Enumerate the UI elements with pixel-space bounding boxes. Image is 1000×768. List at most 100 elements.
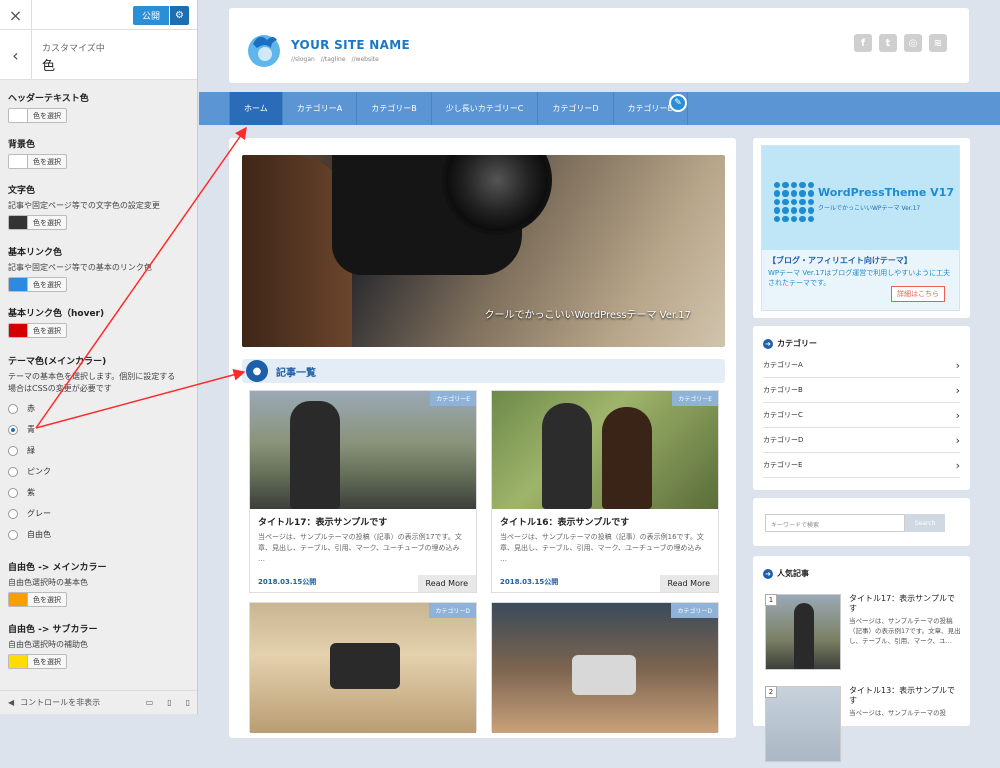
category-list: カテゴリーA › カテゴリーB › カテゴリーC › カテゴリーD › カテゴリーE ›	[753, 353, 970, 478]
color-swatch[interactable]	[8, 654, 28, 669]
section-heading: ● 記事一覧	[242, 359, 725, 383]
nav-item[interactable]: 少し長いカテゴリーC	[432, 92, 539, 125]
radio-button[interactable]	[8, 445, 18, 456]
section-heading-text: 記事一覧	[276, 367, 316, 379]
color-picker[interactable]: 色を選択	[8, 108, 89, 123]
color-picker[interactable]: 色を選択	[8, 277, 152, 292]
color-picker[interactable]: 色を選択	[8, 654, 98, 669]
category-tag[interactable]: カテゴリーD	[671, 603, 718, 618]
gear-icon[interactable]: ⚙	[170, 6, 189, 25]
rank-badge: 1	[765, 594, 777, 606]
control-theme-color: テーマ色(メインカラー) テーマの基本色を選択します。個別に設定する 場合はCS…	[8, 354, 175, 545]
photo-figure	[542, 403, 592, 509]
select-color-button[interactable]: 色を選択	[28, 592, 67, 607]
select-color-button[interactable]: 色を選択	[28, 108, 67, 123]
publish-button[interactable]: 公開	[132, 6, 169, 25]
site-logo-icon[interactable]	[245, 30, 283, 68]
color-swatch[interactable]	[8, 277, 28, 292]
article-card[interactable]: カテゴリーD	[491, 602, 719, 733]
article-card[interactable]: カテゴリーE タイトル16：表示サンプルです 当ページは、サンプルテーマの投稿（…	[491, 390, 719, 593]
sidebar-banner-widget: WordPressTheme V17 クールでかっこいいWPテーマ Ver.17…	[753, 138, 970, 318]
instagram-icon[interactable]: ◎	[904, 34, 922, 52]
rss-icon[interactable]: ≋	[929, 34, 947, 52]
color-picker[interactable]: 色を選択	[8, 592, 107, 607]
category-item[interactable]: カテゴリーE ›	[763, 453, 960, 478]
article-card[interactable]: カテゴリーE タイトル17：表示サンプルです 当ページは、サンプルテーマの投稿（…	[249, 390, 477, 593]
read-more-button[interactable]: Read More	[417, 575, 476, 592]
category-tag[interactable]: カテゴリーE	[672, 391, 718, 406]
nav-item[interactable]: カテゴリーA	[283, 92, 358, 125]
radio-button[interactable]	[8, 487, 18, 498]
theme-color-option[interactable]: 自由色	[8, 524, 175, 545]
radio-label: 紫	[27, 488, 35, 497]
radio-label: 緑	[27, 446, 35, 455]
select-color-button[interactable]: 色を選択	[28, 654, 67, 669]
control-label: ヘッダーテキスト色	[8, 94, 89, 104]
desktop-preview-icon[interactable]: ▭	[146, 698, 154, 707]
site-tagline: //slogan //tagline //website	[291, 56, 379, 63]
radio-button[interactable]	[8, 508, 18, 519]
article-title[interactable]: タイトル17：表示サンプルです	[250, 509, 476, 532]
nav-item[interactable]: ホーム	[229, 92, 283, 125]
nav-item[interactable]: カテゴリーD	[538, 92, 614, 125]
category-tag[interactable]: カテゴリーD	[429, 603, 476, 618]
twitter-icon[interactable]: t	[879, 34, 897, 52]
popular-title[interactable]: タイトル13：表示サンプルです	[849, 686, 959, 706]
edit-shortcut-pencil-icon[interactable]: ✎	[669, 94, 687, 112]
popular-item[interactable]: 1 タイトル17：表示サンプルです 当ページは、サンプルテーマの投稿（記事）の表…	[765, 594, 961, 676]
theme-banner[interactable]: WordPressTheme V17 クールでかっこいいWPテーマ Ver.17…	[761, 145, 960, 311]
popular-title[interactable]: タイトル17：表示サンプルです	[849, 594, 959, 614]
tablet-preview-icon[interactable]: ▯	[167, 698, 171, 707]
mobile-preview-icon[interactable]: ▯	[186, 698, 190, 707]
category-label: カテゴリーE	[763, 461, 803, 469]
color-swatch[interactable]	[8, 323, 28, 338]
category-item[interactable]: カテゴリーC ›	[763, 403, 960, 428]
theme-color-option[interactable]: 赤	[8, 398, 175, 419]
select-color-button[interactable]: 色を選択	[28, 154, 67, 169]
control-description: テーマの基本色を選択します。個別に設定する	[8, 372, 176, 381]
hide-controls-label[interactable]: コントロールを非表示	[20, 697, 100, 708]
category-item[interactable]: カテゴリーA ›	[763, 353, 960, 378]
article-title[interactable]: タイトル16：表示サンプルです	[492, 509, 718, 532]
collapse-icon[interactable]: ◀	[8, 698, 14, 707]
hero-image[interactable]: クールでかっこいいWordPressテーマ Ver.17	[242, 155, 725, 347]
close-icon[interactable]: ×	[0, 0, 32, 30]
select-color-button[interactable]: 色を選択	[28, 323, 67, 338]
radio-button[interactable]	[8, 529, 18, 540]
search-button[interactable]: Search	[905, 514, 945, 532]
color-picker[interactable]: 色を選択	[8, 215, 160, 230]
radio-button[interactable]	[8, 403, 18, 414]
category-item[interactable]: カテゴリーD ›	[763, 428, 960, 453]
color-picker[interactable]: 色を選択	[8, 154, 67, 169]
widget-heading-text: 人気記事	[777, 569, 809, 578]
facebook-icon[interactable]: f	[854, 34, 872, 52]
popular-item[interactable]: 2 タイトル13：表示サンプルです 当ページは、サンプルテーマの投	[765, 686, 961, 768]
color-swatch[interactable]	[8, 592, 28, 607]
site-name[interactable]: YOUR SITE NAME	[291, 38, 410, 52]
category-item[interactable]: カテゴリーB ›	[763, 378, 960, 403]
select-color-button[interactable]: 色を選択	[28, 277, 67, 292]
read-more-button[interactable]: Read More	[659, 575, 718, 592]
color-swatch[interactable]	[8, 154, 28, 169]
theme-color-option[interactable]: 緑	[8, 440, 175, 461]
theme-color-option[interactable]: グレー	[8, 503, 175, 524]
theme-color-option[interactable]: 青	[8, 419, 175, 440]
color-swatch[interactable]	[8, 215, 28, 230]
article-card[interactable]: カテゴリーD	[249, 602, 477, 733]
radio-button[interactable]	[8, 466, 18, 477]
search-input[interactable]: キーワードで検索	[765, 514, 905, 532]
category-tag[interactable]: カテゴリーE	[430, 391, 476, 406]
banner-details-button[interactable]: 詳細はこちら	[891, 286, 945, 302]
banner-title: WordPressTheme V17	[818, 186, 955, 199]
popular-excerpt: 当ページは、サンプルテーマの投	[849, 709, 947, 717]
theme-color-option[interactable]: 紫	[8, 482, 175, 503]
color-swatch[interactable]	[8, 108, 28, 123]
nav-item[interactable]: カテゴリーB	[357, 92, 432, 125]
select-color-button[interactable]: 色を選択	[28, 215, 67, 230]
color-picker[interactable]: 色を選択	[8, 323, 104, 338]
article-thumbnail[interactable]: カテゴリーE	[250, 391, 476, 509]
back-icon[interactable]: ‹	[0, 30, 32, 80]
article-thumbnail[interactable]: カテゴリーE	[492, 391, 718, 509]
radio-button[interactable]	[8, 424, 18, 435]
theme-color-option[interactable]: ピンク	[8, 461, 175, 482]
